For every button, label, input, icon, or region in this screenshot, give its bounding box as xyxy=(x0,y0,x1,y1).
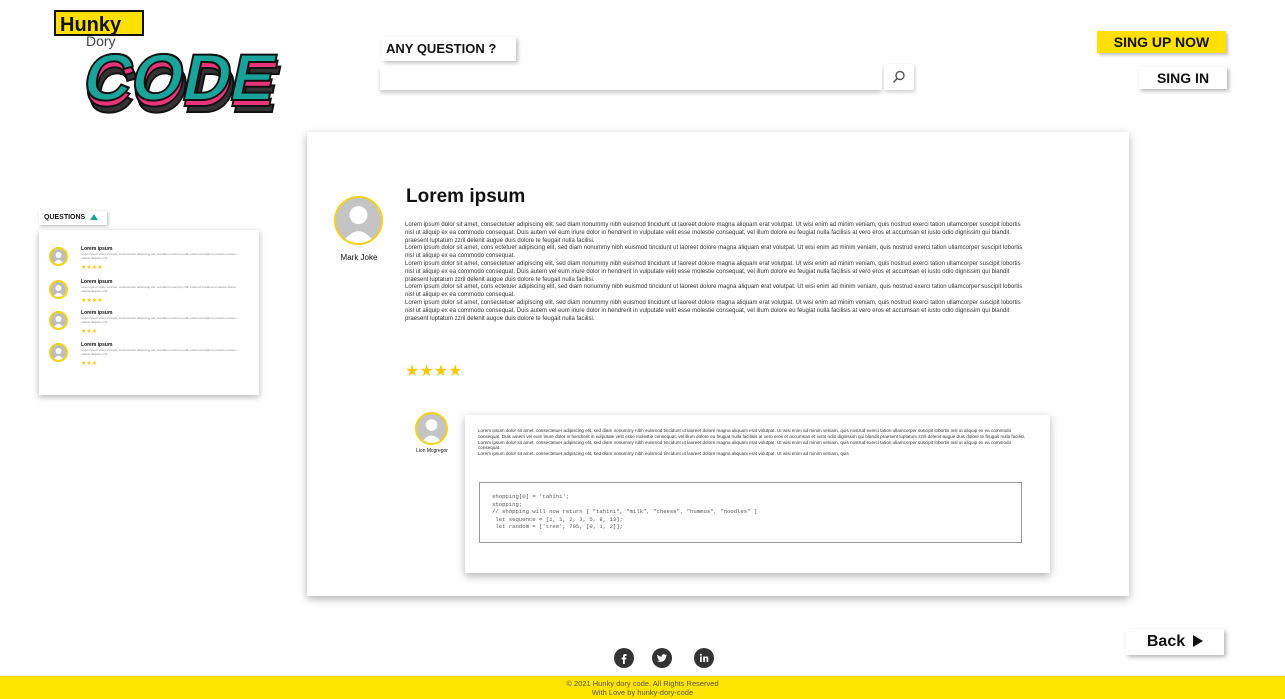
post-paragraph: Lorem ipsum dolor sit amet, consectetuer… xyxy=(405,222,1021,244)
signup-button[interactable]: SING UP NOW xyxy=(1097,31,1226,53)
avatar xyxy=(49,247,68,266)
collapse-triangle-icon xyxy=(90,214,99,221)
twitter-icon xyxy=(656,654,667,662)
footer: © 2021 Hunky dory code. All Rights Reser… xyxy=(0,676,1285,699)
facebook-link[interactable] xyxy=(614,648,634,668)
footer-copyright: © 2021 Hunky dory code. All Rights Reser… xyxy=(566,679,719,688)
code-text: shopping[0] = 'tahini'; shopping; // sho… xyxy=(492,493,758,531)
logo-graphic: Hunky Dory CODE CODE CODE xyxy=(54,10,288,126)
post-paragraph: Lorem ipsum dolor sit amet, consectetuer… xyxy=(405,260,1021,283)
search-input[interactable] xyxy=(380,66,882,90)
rating-stars: ★★★ xyxy=(81,329,98,335)
twitter-link[interactable] xyxy=(652,648,672,668)
rating-stars: ★★★★ xyxy=(81,298,103,304)
footer-credit: With Love by hunky-dory-code xyxy=(591,688,694,697)
post-paragraph: Lorem ipsum dolor sit amet, cons ectetue… xyxy=(405,284,1023,299)
question-excerpt: Lorem ipsum dolor sit amet, consectetuer… xyxy=(81,252,236,260)
any-question-label: ANY QUESTION ? xyxy=(382,37,516,61)
question-item[interactable]: Lorem ipsum Lorem ipsum dolor sit amet, … xyxy=(49,277,249,307)
main-post-card: Mark Joke Lorem ipsum Lorem ipsum dolor … xyxy=(307,132,1129,596)
signin-button[interactable]: SING IN xyxy=(1139,67,1227,89)
play-arrow-icon xyxy=(1193,635,1204,647)
search-icon xyxy=(892,70,905,84)
post-title: Lorem ipsum xyxy=(406,186,526,207)
rating-stars: ★★★★ xyxy=(81,265,103,271)
rating-stars: ★★★ xyxy=(81,361,98,367)
questions-panel: Lorem ipsum Lorem ipsum dolor sit amet, … xyxy=(39,230,259,395)
logo[interactable]: Hunky Dory CODE CODE CODE xyxy=(52,8,304,126)
reply-card: Lorem ipsum dolor sit amet, consectetuer… xyxy=(465,415,1050,573)
question-excerpt: Lorem ipsum dolor sit amet, consectetuer… xyxy=(81,348,236,356)
question-excerpt: Lorem ipsum dolor sit amet, consectetuer… xyxy=(81,316,236,324)
back-label: Back xyxy=(1146,633,1186,650)
back-button[interactable]: Back xyxy=(1126,629,1224,655)
facebook-icon xyxy=(621,654,627,664)
questions-tab-label: QUESTIONS xyxy=(44,214,86,221)
question-item[interactable]: Lorem ipsum Lorem ipsum dolor sit amet, … xyxy=(49,308,249,338)
search-button[interactable] xyxy=(884,64,914,90)
questions-tab[interactable]: QUESTIONS xyxy=(39,211,107,225)
user-icon xyxy=(421,419,442,443)
logo-word-code: CODE xyxy=(77,42,283,115)
author-avatar[interactable] xyxy=(334,196,383,245)
reply-body: Lorem ipsum dolor sit amet, consectetuer… xyxy=(478,428,1030,457)
reply-paragraph: Lorem ipsum dolor sit amet, consectetuer… xyxy=(478,439,1012,451)
avatar xyxy=(49,280,68,299)
question-item[interactable]: Lorem ipsum Lorem ipsum dolor sit amet, … xyxy=(49,244,249,274)
post-paragraph: Lorem ipsum dolor sit amet, cons ectetue… xyxy=(405,245,1023,260)
post-body: Lorem ipsum dolor sit amet, consectetuer… xyxy=(405,222,1025,323)
reply-author-avatar[interactable] xyxy=(415,412,448,445)
reply-paragraph: Lorem ipsum dolor sit amet, consectetuer… xyxy=(478,428,1026,439)
user-icon xyxy=(342,206,375,243)
question-excerpt: Lorem ipsum dolor sit amet, consectetuer… xyxy=(81,285,236,293)
avatar xyxy=(49,311,68,330)
post-paragraph: Lorem ipsum dolor sit amet, consectetuer… xyxy=(405,299,1021,322)
avatar xyxy=(49,343,68,362)
linkedin-link[interactable] xyxy=(694,648,714,668)
reply-paragraph: Lorem ipsum dolor sit amet, consectetuer… xyxy=(478,451,849,457)
code-block: shopping[0] = 'tahini'; shopping; // sho… xyxy=(479,482,1022,543)
author-name: Mark Joke xyxy=(340,253,378,262)
linkedin-icon xyxy=(699,653,709,662)
reply-author-name: Lion Mcgregor xyxy=(416,448,448,454)
question-item[interactable]: Lorem ipsum Lorem ipsum dolor sit amet, … xyxy=(49,340,249,370)
post-rating-stars[interactable]: ★★★★ xyxy=(405,361,462,381)
